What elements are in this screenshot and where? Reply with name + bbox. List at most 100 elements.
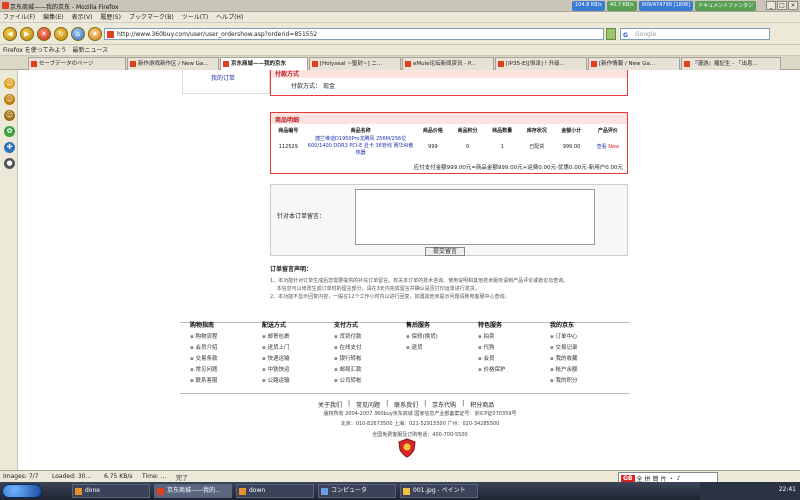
tab-label: 新作游戏新作区 / New Ga...: [138, 61, 209, 67]
footer-link[interactable]: 购物流程: [190, 332, 262, 343]
copyright: 版权所有 2004-2007 360buy京东商城 国家信息产业部备案证号：京I…: [323, 411, 517, 417]
comment-textarea[interactable]: [355, 189, 595, 245]
item-name-link[interactable]: 捷兰维迪D1950Pro龙腾风 256M/256位 600/1400 DDR3 …: [306, 135, 416, 158]
item-points: 0: [465, 143, 470, 150]
firefox-icon: [2, 2, 9, 9]
security-badge-icon[interactable]: [398, 438, 416, 458]
footer-link[interactable]: 退货: [406, 343, 478, 354]
address-bar[interactable]: http://www.360buy.com/user/user_ordersho…: [104, 28, 604, 40]
footer-link[interactable]: 送货上门: [262, 343, 334, 354]
taskbar: done 京东商城——我的... down コンピュータ 001.jpg - ペ…: [0, 482, 800, 500]
footer-link[interactable]: 我的收藏: [550, 354, 622, 365]
review-link[interactable]: 查看: [597, 144, 607, 150]
menu-tools[interactable]: ツール(T): [182, 12, 208, 22]
task-computer[interactable]: コンピュータ: [318, 484, 396, 498]
back-icon[interactable]: ◀: [3, 27, 17, 41]
notice-line: 本信息可以修改生成订单时的留言部分，请在3天内完成留言并确认是否打印运单进行发货…: [270, 286, 480, 292]
footer-link[interactable]: 在线支付: [334, 343, 406, 354]
tab-ip35[interactable]: [IP35-E][恒泽] ! 升级...: [495, 57, 587, 70]
tab-newinfo[interactable]: [新作情報 / New Ga...: [588, 57, 680, 70]
footer-link[interactable]: 拍卖: [478, 332, 550, 343]
footer-link[interactable]: 代购: [478, 343, 550, 354]
footer-link[interactable]: 公司转帐: [334, 376, 406, 387]
purchase-link[interactable]: 京东代购: [432, 400, 456, 409]
menu-help[interactable]: ヘルプ(H): [216, 12, 243, 22]
task-down[interactable]: down: [236, 484, 314, 498]
tab-newgame[interactable]: 新作游戏新作区 / New Ga...: [127, 57, 219, 70]
stop-icon[interactable]: ✕: [37, 27, 51, 41]
footer-link[interactable]: 我的积分: [550, 376, 622, 387]
bookmark-getting-started[interactable]: Firefox を使ってみよう: [3, 45, 66, 55]
table-row: 112529 捷兰维迪D1950Pro龙腾风 256M/256位 600/140…: [271, 135, 627, 158]
close-button[interactable]: ×: [788, 1, 798, 10]
bookmark-latest-news[interactable]: 最新ニュース: [72, 45, 108, 55]
footer-link[interactable]: 快递运输: [262, 354, 334, 365]
footer-link[interactable]: 订单中心: [550, 332, 622, 343]
footer-link[interactable]: 帐户余额: [550, 365, 622, 376]
window-title-bar: 京东商城——我的京东 - Mozilla Firefox 104.8 KB/s …: [0, 0, 800, 12]
footer-link[interactable]: 银行转帐: [334, 354, 406, 365]
menu-file[interactable]: ファイル(F): [3, 12, 35, 22]
task-paint[interactable]: 001.jpg - ペイント: [400, 484, 478, 498]
menu-view[interactable]: 表示(V): [72, 12, 93, 22]
plus-icon[interactable]: ✚: [4, 142, 15, 153]
tab-favicon: [498, 61, 504, 67]
tab-emule[interactable]: eMule论坛新闻资讯 - P...: [402, 57, 494, 70]
footer-link[interactable]: 保修(换货): [406, 332, 478, 343]
minimize-button[interactable]: _: [766, 1, 776, 10]
menu-history[interactable]: 履歴(S): [100, 12, 121, 22]
footer-link[interactable]: 交易记录: [550, 343, 622, 354]
puzzle-icon[interactable]: ✿: [4, 126, 15, 137]
maximize-button[interactable]: □: [777, 1, 787, 10]
tab-label: 『漫游』羅記生 - 「出息...: [692, 61, 758, 67]
settings-icon[interactable]: ●: [4, 158, 15, 169]
tab-savedata[interactable]: セーブデータのページ: [28, 57, 126, 70]
ime-sound-icon[interactable]: ♪: [677, 475, 681, 482]
footer-link[interactable]: 联系客服: [190, 376, 262, 387]
footer-link[interactable]: 邮局汇款: [334, 365, 406, 376]
task-label: done: [85, 487, 100, 494]
my-orders-link[interactable]: 我的订单: [211, 73, 235, 82]
task-label: 001.jpg - ペイント: [413, 487, 466, 494]
footer-link[interactable]: 邮寄包裹: [262, 332, 334, 343]
menu-edit[interactable]: 編集(E): [43, 12, 63, 22]
contact-link[interactable]: 联系我们: [394, 400, 418, 409]
task-firefox[interactable]: 京东商城——我的...: [154, 484, 232, 498]
points-link[interactable]: 积分商品: [470, 400, 494, 409]
footer-link[interactable]: 价格保护: [478, 365, 550, 376]
start-button[interactable]: [2, 484, 42, 498]
reload-icon[interactable]: ↻: [54, 27, 68, 41]
google-icon: G: [623, 32, 628, 39]
addon-icon[interactable]: ☺: [4, 110, 15, 121]
col-points: 商品积分: [457, 128, 478, 134]
tab-holyseal[interactable]: [Holyseal ~聖封~] ニ...: [309, 57, 401, 70]
col-id: 商品编号: [278, 128, 299, 134]
footer-link[interactable]: 会员介绍: [190, 343, 262, 354]
footer-link[interactable]: 公路运输: [262, 376, 334, 387]
search-input[interactable]: G Google: [620, 28, 770, 40]
tab-360buy[interactable]: 京东商城——我的京东: [220, 57, 308, 70]
ime-gb-badge[interactable]: GB: [621, 474, 635, 482]
forward-icon[interactable]: ▶: [20, 27, 34, 41]
footer-link[interactable]: 常见问题: [190, 365, 262, 376]
bookmark-icon[interactable]: ★: [88, 27, 102, 41]
tab-manyou[interactable]: 『漫游』羅記生 - 「出息...: [681, 57, 781, 70]
task-done[interactable]: done: [72, 484, 150, 498]
about-link[interactable]: 关于我们: [318, 400, 342, 409]
footer-link[interactable]: 交易条款: [190, 354, 262, 365]
addon-icon[interactable]: ☺: [4, 78, 15, 89]
submit-comment-button[interactable]: 提交留言: [425, 247, 465, 256]
home-icon[interactable]: ⌂: [71, 27, 85, 41]
menu-bookmarks[interactable]: ブックマーク(B): [129, 12, 174, 22]
go-button[interactable]: [606, 28, 616, 40]
addon-icon[interactable]: ☺: [4, 94, 15, 105]
tab-favicon: [312, 61, 318, 67]
clock: 22:41: [778, 486, 796, 493]
footer-link[interactable]: 中铁快运: [262, 365, 334, 376]
faq-link[interactable]: 常见问题: [356, 400, 380, 409]
search-placeholder: Google: [635, 31, 657, 38]
footer-link[interactable]: 货到付款: [334, 332, 406, 343]
tab-label: セーブデータのページ: [39, 61, 94, 67]
footer-link[interactable]: 会员: [478, 354, 550, 365]
col-qty: 商品数量: [492, 128, 513, 134]
